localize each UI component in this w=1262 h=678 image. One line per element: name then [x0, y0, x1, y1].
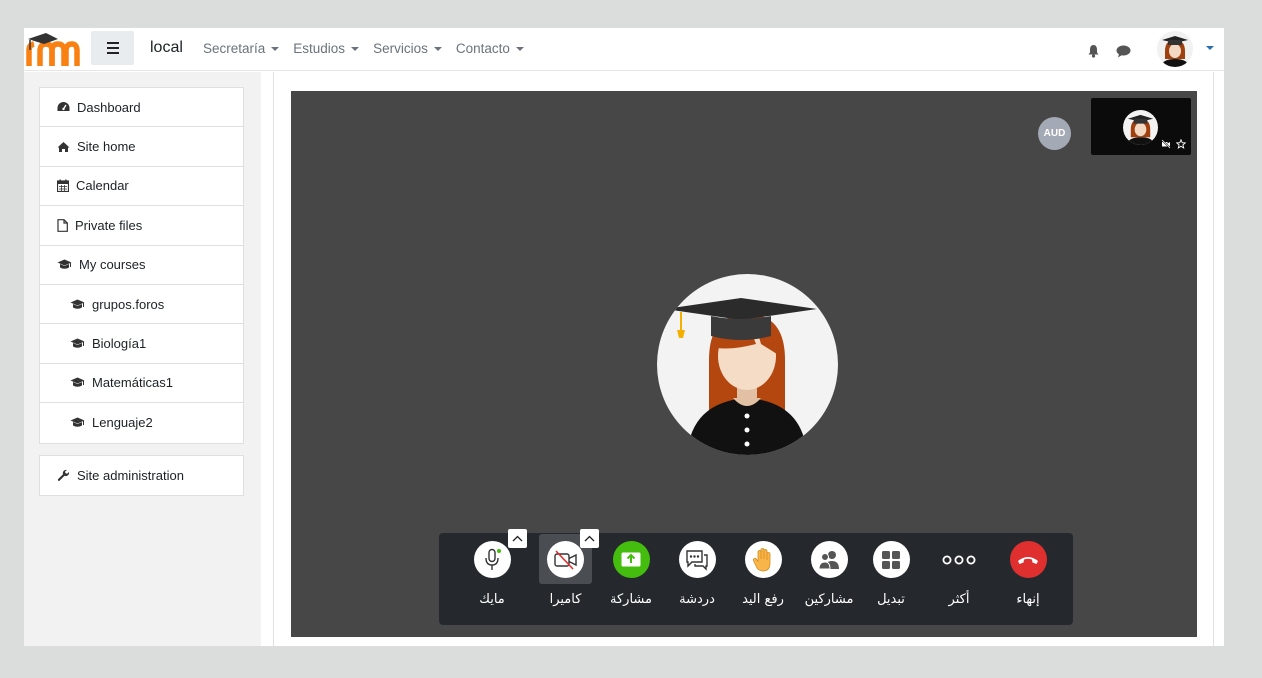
- user-menu-caret-icon[interactable]: [1206, 46, 1214, 50]
- local-video-thumbnail[interactable]: [1091, 98, 1191, 155]
- graduation-cap-icon: [57, 259, 72, 269]
- toolbar-label: كاميرا: [549, 592, 582, 607]
- audio-only-badge: AUD: [1038, 117, 1071, 150]
- file-icon: [57, 218, 68, 232]
- meeting-toolbar: مايك كاميرا مشاركة دردشة رفع اليد مشاركي…: [439, 529, 1073, 625]
- more-icon: [941, 541, 978, 578]
- user-avatar[interactable]: [1157, 31, 1193, 67]
- nav-list: Dashboard Site home Calendar Private fil…: [39, 87, 244, 444]
- menu-servicios[interactable]: Servicios: [373, 41, 442, 56]
- microphone-icon: [473, 541, 511, 578]
- dashboard-icon: [57, 102, 70, 112]
- hamburger-button[interactable]: [91, 31, 134, 65]
- participants-button[interactable]: مشاركين: [796, 533, 862, 625]
- caret-down-icon: [271, 46, 280, 51]
- participant-avatar: [657, 274, 838, 455]
- video-meeting-stage[interactable]: AUD مايك كاميرا مشاركة دردشة رفع اليد مش…: [291, 91, 1197, 637]
- graduation-cap-icon: [70, 377, 85, 388]
- camera-options-chevron-up-icon[interactable]: [580, 529, 599, 548]
- app-window: local Secretaría Estudios Servicios Cont…: [24, 28, 1224, 646]
- toolbar-label: رفع اليد: [742, 592, 784, 607]
- sidebar-item-label: Biología1: [92, 336, 147, 352]
- moodle-logo[interactable]: [26, 30, 80, 68]
- share-screen-button[interactable]: مشاركة: [598, 533, 664, 625]
- sidebar-item-label: My courses: [79, 257, 146, 273]
- raise-hand-button[interactable]: رفع اليد: [730, 533, 796, 625]
- calendar-icon: [57, 179, 69, 193]
- tile-view-button[interactable]: تبديل: [858, 533, 924, 625]
- custom-menu: Secretaría Estudios Servicios Contacto: [203, 41, 524, 56]
- sidebar-item-course-lenguaje2[interactable]: Lenguaje2: [40, 403, 243, 442]
- toolbar-label: إنهاء: [1016, 592, 1040, 607]
- sidebar-item-course-biologia1[interactable]: Biología1: [40, 324, 243, 364]
- graduation-cap-icon: [70, 338, 85, 348]
- sidebar-item-dashboard[interactable]: Dashboard: [40, 88, 243, 128]
- sidebar-item-label: Site home: [77, 139, 136, 155]
- admin-nav: Site administration: [39, 455, 244, 497]
- top-navbar: local Secretaría Estudios Servicios Cont…: [24, 28, 1224, 71]
- share-screen-icon: [612, 541, 650, 578]
- toolbar-label: أكثر: [948, 592, 970, 607]
- microphone-options-chevron-up-icon[interactable]: [508, 529, 527, 548]
- graduation-cap-icon: [70, 299, 85, 309]
- toolbar-label: مايك: [479, 592, 505, 607]
- menu-secretaria[interactable]: Secretaría: [203, 41, 280, 56]
- sidebar-item-private-files[interactable]: Private files: [40, 206, 243, 246]
- caret-down-icon: [351, 46, 360, 51]
- caret-down-icon: [433, 46, 442, 51]
- nav-drawer: Dashboard Site home Calendar Private fil…: [24, 72, 261, 646]
- home-icon: [57, 141, 70, 152]
- more-options-button[interactable]: أكثر: [926, 533, 992, 625]
- caret-down-icon: [515, 46, 524, 51]
- bell-icon[interactable]: [1087, 44, 1100, 58]
- site-brand[interactable]: local: [150, 39, 183, 57]
- user-avatar-image: [1161, 36, 1189, 67]
- sidebar-item-my-courses[interactable]: My courses: [40, 246, 243, 285]
- participants-icon: [810, 541, 848, 578]
- avatar-image: [1126, 114, 1155, 145]
- camera-off-small-icon: [1161, 139, 1171, 149]
- chat-button[interactable]: دردشة: [664, 533, 730, 625]
- hangup-icon: [1009, 541, 1047, 578]
- sidebar-item-label: grupos.foros: [92, 296, 165, 312]
- sidebar-item-label: Lenguaje2: [92, 415, 153, 431]
- menu-icon: [106, 41, 119, 56]
- toolbar-label: تبديل: [877, 592, 905, 607]
- star-icon[interactable]: [1176, 139, 1186, 149]
- camera-off-icon: [547, 541, 584, 578]
- toolbar-label: مشاركة: [610, 592, 652, 607]
- sidebar-item-course-grupos-foros[interactable]: grupos.foros: [40, 285, 243, 325]
- sidebar-item-label: Site administration: [77, 468, 184, 484]
- menu-estudios[interactable]: Estudios: [293, 41, 360, 56]
- toolbar-label: مشاركين: [804, 592, 854, 607]
- sidebar-item-course-matematicas1[interactable]: Matemáticas1: [40, 364, 243, 404]
- sidebar-item-label: Dashboard: [77, 99, 141, 115]
- menu-contacto[interactable]: Contacto: [456, 41, 524, 56]
- messages-icon[interactable]: [1116, 45, 1131, 58]
- toolbar-label: دردشة: [679, 592, 715, 607]
- graduate-avatar-image: [665, 298, 817, 455]
- sidebar-item-site-home[interactable]: Site home: [40, 127, 243, 167]
- graduation-cap-icon: [70, 417, 85, 428]
- sidebar-item-label: Private files: [75, 217, 143, 233]
- thumbnail-avatar: [1123, 110, 1158, 145]
- raise-hand-icon: [744, 541, 782, 578]
- chat-icon: [678, 541, 716, 578]
- sidebar-item-site-administration[interactable]: Site administration: [40, 456, 243, 495]
- sidebar-item-label: Matemáticas1: [92, 375, 173, 391]
- hangup-button[interactable]: إنهاء: [995, 533, 1061, 625]
- sidebar-item-calendar[interactable]: Calendar: [40, 167, 243, 207]
- tile-view-icon: [872, 541, 910, 578]
- wrench-icon: [57, 470, 70, 482]
- sidebar-item-label: Calendar: [76, 178, 129, 194]
